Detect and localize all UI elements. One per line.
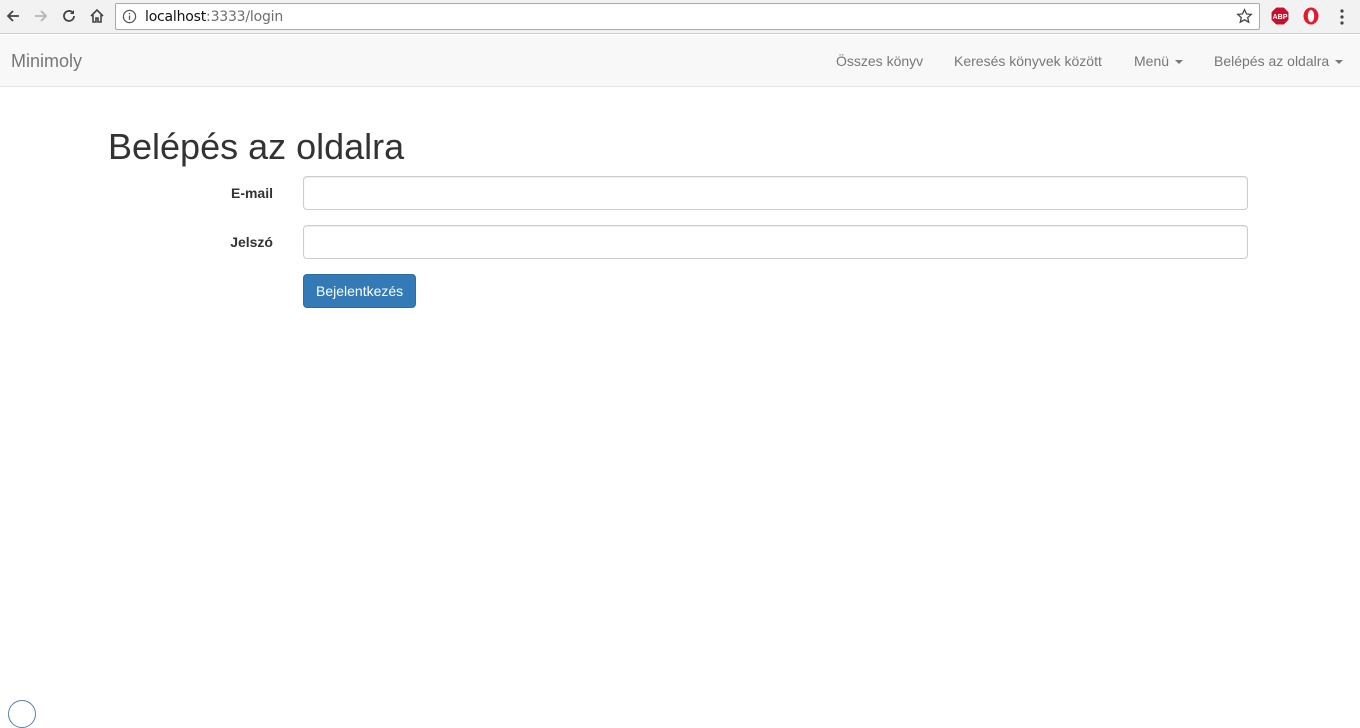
navbar-brand[interactable]: Minimoly bbox=[11, 51, 82, 71]
nav-item-search-books[interactable]: Keresés könyvek között bbox=[954, 52, 1102, 70]
adblock-label: ABP bbox=[1273, 14, 1288, 21]
more-vert-icon[interactable] bbox=[1334, 8, 1350, 26]
adblock-icon[interactable]: ABP bbox=[1270, 6, 1290, 26]
caret-down-icon bbox=[1175, 60, 1184, 65]
bookmark-star-icon[interactable] bbox=[1236, 8, 1253, 25]
nav-item-login-label: Belépés az oldalra bbox=[1214, 53, 1330, 69]
password-label: Jelszó bbox=[230, 234, 273, 250]
url-text[interactable]: localhost:3333/login bbox=[145, 9, 283, 25]
home-icon[interactable] bbox=[85, 4, 109, 28]
nav-item-all-books[interactable]: Összes könyv bbox=[836, 52, 923, 70]
password-field[interactable] bbox=[303, 225, 1248, 259]
nav-item-menu-label: Menü bbox=[1134, 53, 1170, 69]
email-label: E-mail bbox=[230, 185, 273, 201]
page-title: Belépés az oldalra bbox=[108, 126, 405, 167]
email-field[interactable] bbox=[303, 176, 1248, 210]
url-host: localhost bbox=[145, 9, 207, 25]
info-icon[interactable] bbox=[122, 9, 137, 24]
forward-arrow-icon[interactable] bbox=[29, 4, 53, 28]
caret-down-icon bbox=[1335, 60, 1344, 65]
opera-icon[interactable] bbox=[1302, 6, 1320, 26]
browser-toolbar: localhost:3333/login ABP bbox=[0, 0, 1360, 34]
nav-item-login-dropdown[interactable]: Belépés az oldalra bbox=[1214, 52, 1344, 70]
site-navbar: Minimoly Összes könyv Keresés könyvek kö… bbox=[0, 35, 1360, 87]
reload-icon[interactable] bbox=[57, 4, 81, 28]
url-path: :3333/login bbox=[206, 9, 284, 25]
login-submit-button[interactable]: Bejelentkezés bbox=[303, 274, 417, 308]
back-arrow-icon[interactable] bbox=[1, 4, 25, 28]
nav-item-menu-dropdown[interactable]: Menü bbox=[1134, 52, 1184, 70]
address-bar[interactable]: localhost:3333/login bbox=[115, 3, 1260, 30]
corner-widget-icon[interactable] bbox=[8, 700, 36, 728]
